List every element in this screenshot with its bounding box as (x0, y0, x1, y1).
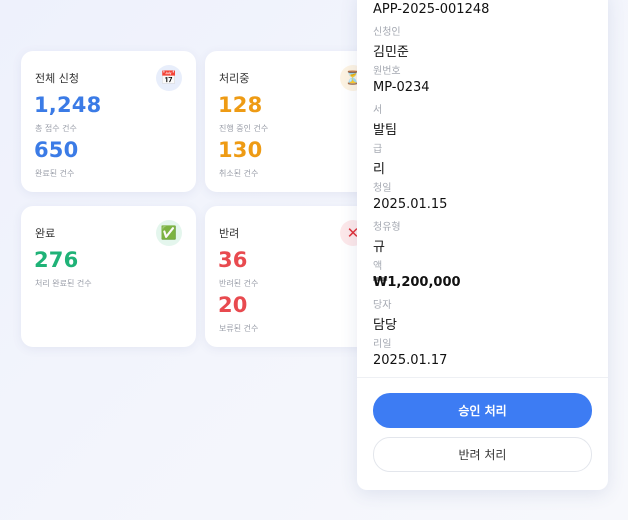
done-count-label: 처리 완료된 건수 (35, 279, 92, 288)
card-title: 반려 (219, 227, 240, 240)
rejected-count-label: 반려된 건수 (219, 279, 259, 288)
divider (357, 377, 608, 378)
on-hold-count: 20 (218, 293, 248, 317)
application-detail-panel: APP-2025-001248 신청인 김민준 원번호 MP-0234 서 발팀… (357, 0, 608, 490)
on-hold-count-label: 보류된 건수 (219, 324, 259, 333)
field-value-processed-date: 2025.01.17 (373, 353, 448, 368)
field-label-employee-id: 원번호 (373, 66, 401, 77)
in-progress-count: 128 (218, 93, 263, 117)
approve-button[interactable]: 승인 처리 (373, 393, 592, 428)
card-title: 전체 신청 (35, 72, 79, 85)
field-value-request-date: 2025.01.15 (373, 197, 448, 212)
field-label-amount: 액 (373, 261, 383, 272)
field-label-processed-date: 리일 (373, 339, 392, 350)
stat-card-rejected: 반려 ✕ 36 반려된 건수 20 보류된 건수 (205, 206, 380, 347)
completed-count: 650 (34, 138, 79, 162)
field-value-rank: 리 (373, 162, 385, 177)
field-label-request-type: 청유형 (373, 222, 401, 233)
calendar-icon: 📅 (156, 65, 182, 91)
stat-card-done: 완료 ✅ 276 처리 완료된 건수 (21, 206, 196, 347)
field-value-applicant: 김민준 (373, 45, 409, 60)
field-label-rank: 급 (373, 144, 383, 155)
in-progress-count-label: 진행 중인 건수 (219, 124, 269, 133)
field-value-department: 발팀 (373, 123, 397, 138)
stat-card-processing: 처리중 ⏳ 128 진행 중인 건수 130 취소된 건수 (205, 51, 380, 192)
application-id: APP-2025-001248 (373, 2, 490, 17)
check-icon: ✅ (156, 220, 182, 246)
rejected-count: 36 (218, 248, 248, 272)
completed-count-label: 완료된 건수 (35, 169, 75, 178)
field-value-request-type: 규 (373, 240, 385, 255)
total-count-label: 총 접수 건수 (35, 124, 77, 133)
field-value-amount: ₩1,200,000 (373, 275, 461, 290)
cancelled-count-label: 취소된 건수 (219, 169, 259, 178)
field-label-manager: 당자 (373, 300, 392, 311)
field-label-applicant: 신청인 (373, 27, 401, 38)
field-label-department: 서 (373, 105, 383, 116)
card-title: 완료 (35, 227, 56, 240)
cancelled-count: 130 (218, 138, 263, 162)
field-label-request-date: 청일 (373, 183, 392, 194)
total-count: 1,248 (34, 93, 102, 117)
field-value-employee-id: MP-0234 (373, 80, 430, 95)
done-count: 276 (34, 248, 79, 272)
reject-button[interactable]: 반려 처리 (373, 437, 592, 472)
card-title: 처리중 (219, 72, 250, 85)
field-value-manager: 담당 (373, 318, 397, 333)
stat-card-total: 전체 신청 📅 1,248 총 접수 건수 650 완료된 건수 (21, 51, 196, 192)
